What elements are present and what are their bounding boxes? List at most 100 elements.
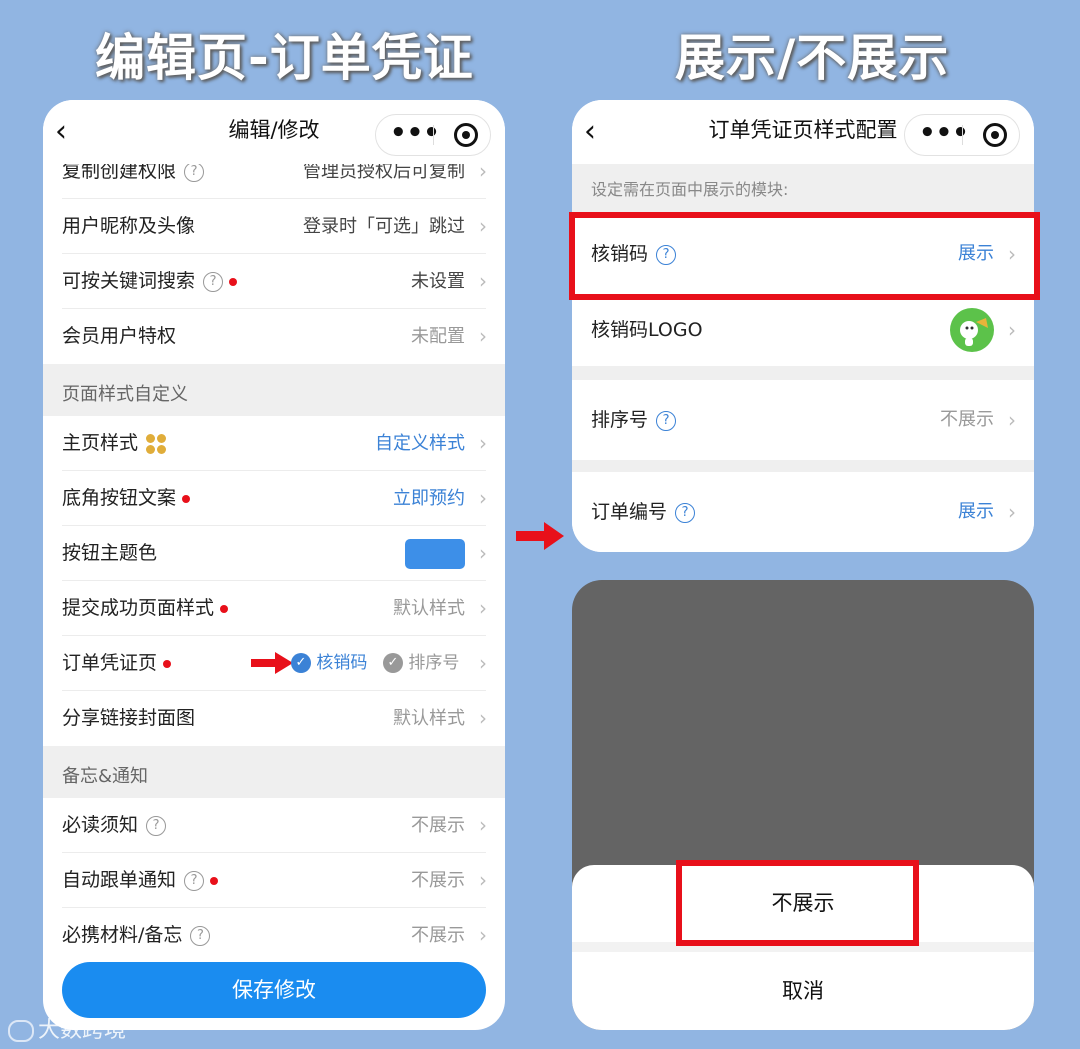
row-label: 用户昵称及头像: [62, 215, 196, 237]
chevron-right-icon: ›: [479, 269, 487, 293]
mascot-logo: [960, 318, 988, 346]
row-keyword-search[interactable]: 可按关键词搜索? 未设置 ›: [43, 254, 505, 309]
row-nickname-avatar[interactable]: 用户昵称及头像 登录时「可选」跳过 ›: [43, 199, 505, 254]
row-value: 不展示: [411, 925, 465, 946]
right-heading: 展示/不展示: [675, 29, 950, 87]
row-must-read[interactable]: 必读须知? 不展示 ›: [43, 798, 505, 853]
help-icon[interactable]: ?: [184, 161, 205, 182]
chevron-right-icon: ›: [479, 868, 487, 892]
red-dot-badge: [210, 876, 219, 885]
row-value: 未配置: [411, 326, 465, 347]
voucher-config-screen: ‹ 订单凭证页样式配置 ••• 设定需在页面中展示的模块: 核销码? 展示 › …: [572, 100, 1034, 552]
chevron-right-icon: ›: [479, 706, 487, 730]
row-label: 订单编号?: [591, 472, 696, 552]
capsule-divider: [433, 125, 434, 145]
group-separator: [572, 460, 1034, 472]
check-circle-icon: ✓: [291, 653, 311, 673]
row-verify-code-logo[interactable]: 核销码LOGO ›: [572, 294, 1034, 366]
watermark: 大数跨境: [8, 1012, 126, 1044]
left-heading: 编辑页-订单凭证: [95, 29, 474, 87]
red-arrow-icon: [516, 522, 564, 550]
row-value: 展示: [958, 501, 994, 522]
help-icon[interactable]: ?: [146, 815, 167, 836]
row-value: 自定义样式: [375, 433, 465, 454]
row-value: 默认样式: [393, 708, 465, 729]
row-auto-follow[interactable]: 自动跟单通知? 不展示 ›: [43, 853, 505, 908]
section-header-notice: 备忘&通知: [43, 746, 505, 798]
red-dot-badge: [220, 604, 229, 613]
row-label: 底角按钮文案: [62, 471, 191, 526]
row-home-style[interactable]: 主页样式 自定义样式 ›: [43, 416, 505, 471]
row-sequence-number[interactable]: 排序号? 不展示 ›: [572, 380, 1034, 460]
chevron-right-icon: ›: [479, 596, 487, 620]
chevron-right-icon: ›: [479, 651, 487, 675]
mini-program-capsule: •••: [904, 114, 1020, 156]
help-icon[interactable]: ?: [656, 410, 677, 431]
logo-avatar: [950, 308, 994, 352]
chevron-right-icon: ›: [1008, 408, 1016, 432]
chevron-right-icon: ›: [1008, 500, 1016, 524]
action-sheet-screen: 不展示 取消: [572, 580, 1034, 1030]
row-order-voucher-page[interactable]: 订单凭证页 ✓ 核销码 ✓ 排序号 ›: [43, 636, 505, 691]
nav-bar: ‹ 订单凭证页样式配置 •••: [572, 100, 1034, 164]
help-icon[interactable]: ?: [675, 502, 696, 523]
row-value: 不展示: [411, 815, 465, 836]
help-icon[interactable]: ?: [203, 271, 224, 292]
row-order-number[interactable]: 订单编号? 展示 ›: [572, 472, 1034, 552]
red-arrow-icon: [251, 652, 293, 674]
help-icon[interactable]: ?: [184, 870, 205, 891]
cancel-button[interactable]: 取消: [572, 952, 1034, 1030]
row-value: 立即预约: [393, 488, 465, 509]
theme-color-swatch[interactable]: [405, 539, 465, 569]
row-label: 自动跟单通知?: [62, 853, 219, 908]
row-value: 不展示: [940, 409, 994, 430]
row-label: 排序号?: [591, 380, 677, 460]
chevron-right-icon: ›: [479, 813, 487, 837]
row-member-privilege[interactable]: 会员用户特权 未配置 ›: [43, 309, 505, 364]
chevron-right-icon: ›: [479, 486, 487, 510]
row-label: 必读须知?: [62, 798, 167, 853]
highlight-box-verify-code: [569, 212, 1040, 300]
row-materials-memo[interactable]: 必携材料/备忘? 不展示 ›: [43, 908, 505, 963]
capsule-divider: [962, 125, 963, 145]
chevron-right-icon: ›: [479, 324, 487, 348]
nav-bar: ‹ 编辑/修改 •••: [43, 100, 505, 164]
chevron-right-icon: ›: [479, 541, 487, 565]
row-label: 可按关键词搜索?: [62, 254, 238, 309]
chevron-right-icon: ›: [479, 214, 487, 238]
save-button[interactable]: 保存修改: [62, 962, 486, 1018]
highlight-box-hide-option: [676, 860, 919, 946]
red-dot-badge: [229, 277, 238, 286]
row-label: 按钮主题色: [62, 542, 158, 564]
help-icon[interactable]: ?: [190, 925, 211, 946]
row-value: 不展示: [411, 870, 465, 891]
chevron-right-icon: ›: [479, 923, 487, 947]
row-value: 默认样式: [393, 598, 465, 619]
row-value: 未设置: [411, 271, 465, 292]
clover-icon: [146, 433, 167, 454]
row-label: 分享链接封面图: [62, 707, 196, 729]
red-dot-badge: [163, 659, 172, 668]
module-hint: 设定需在页面中展示的模块:: [572, 164, 1034, 214]
chevron-right-icon: ›: [1008, 318, 1016, 342]
close-target-icon[interactable]: [454, 123, 478, 147]
section-header-style: 页面样式自定义: [43, 364, 505, 416]
row-button-theme-color[interactable]: 按钮主题色 ›: [43, 526, 505, 581]
row-label: 必携材料/备忘?: [62, 908, 211, 963]
close-target-icon[interactable]: [983, 123, 1007, 147]
check-item-code: ✓ 核销码: [291, 636, 367, 691]
watermark-logo-icon: [8, 1020, 34, 1042]
red-dot-badge: [182, 494, 191, 503]
row-label: 会员用户特权: [62, 325, 177, 347]
row-label: 订单凭证页: [62, 636, 172, 691]
mini-program-capsule: •••: [375, 114, 491, 156]
row-label: 主页样式: [62, 416, 167, 471]
row-label: 核销码LOGO: [591, 319, 703, 341]
chevron-right-icon: ›: [479, 431, 487, 455]
group-separator: [572, 366, 1034, 380]
row-success-page-style[interactable]: 提交成功页面样式 默认样式 ›: [43, 581, 505, 636]
row-share-cover[interactable]: 分享链接封面图 默认样式 ›: [43, 691, 505, 746]
row-corner-button-text[interactable]: 底角按钮文案 立即预约 ›: [43, 471, 505, 526]
row-value: 登录时「可选」跳过: [303, 216, 465, 237]
check-circle-icon: ✓: [383, 653, 403, 673]
